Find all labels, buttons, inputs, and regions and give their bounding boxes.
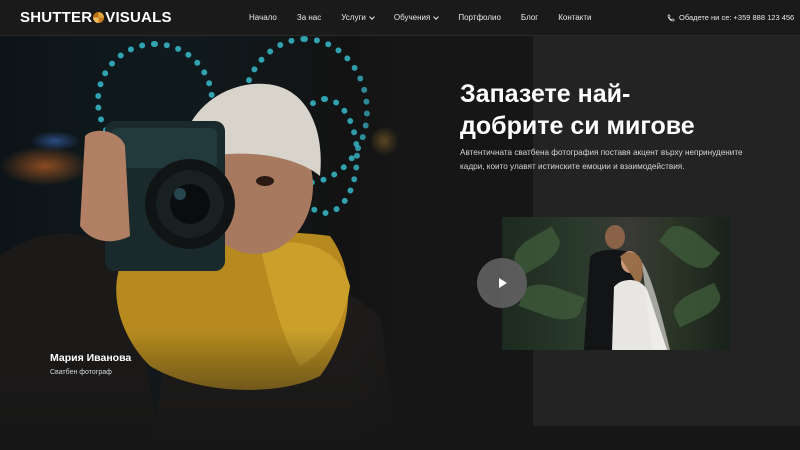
photographer-name: Мария Иванова xyxy=(50,352,132,364)
main-nav: Начало За нас Услуги Обучения Портфолио … xyxy=(249,13,591,22)
nav-label: Обучения xyxy=(393,13,431,22)
photographer-caption: Мария Иванова Сватбен фотограф xyxy=(50,352,131,376)
logo-text-right: VISUALS xyxy=(105,9,172,26)
phone-text: Обадете ни се: +359 888 123 456 xyxy=(679,13,795,22)
nav-item-portfolio[interactable]: Портфолио xyxy=(458,13,501,22)
headline-line: Запазете най- xyxy=(460,80,631,108)
nav-label: Контакти xyxy=(558,13,592,22)
site-logo[interactable]: SHUTTER VISUALS xyxy=(20,9,172,26)
nav-label: За нас xyxy=(296,13,322,22)
couple-figure xyxy=(584,225,670,350)
nav-item-trainings[interactable]: Обучения xyxy=(393,13,440,22)
nav-item-about[interactable]: За нас xyxy=(297,13,321,22)
chevron-down-icon xyxy=(369,13,375,20)
play-icon xyxy=(499,278,507,288)
video-thumbnail[interactable] xyxy=(502,217,730,350)
nav-label: Услуги xyxy=(341,13,366,22)
headline-line: добрите си мигове xyxy=(460,112,695,140)
play-video-button[interactable] xyxy=(477,258,527,308)
phone-link[interactable]: Обадете ни се: +359 888 123 456 xyxy=(667,13,794,22)
nav-item-contacts[interactable]: Контакти xyxy=(558,13,591,22)
hero-description: Автентичната сватбена фотография поставя… xyxy=(460,148,743,171)
nav-item-home[interactable]: Начало xyxy=(249,13,277,22)
nav-item-blog[interactable]: Блог xyxy=(521,13,538,22)
nav-label: Портфолио xyxy=(458,13,501,22)
hero-headline: Запазете най- добрите си мигове xyxy=(460,78,760,142)
nav-label: Блог xyxy=(520,13,539,22)
phone-icon xyxy=(667,14,675,21)
hero-photo xyxy=(0,36,440,450)
site-header: SHUTTER VISUALS Начало За нас Услуги Обу… xyxy=(0,0,800,36)
chevron-down-icon xyxy=(433,13,440,20)
nav-label: Начало xyxy=(249,13,277,22)
logo-text-left: SHUTTER xyxy=(20,9,93,26)
aperture-icon xyxy=(93,12,105,23)
nav-item-services[interactable]: Услуги xyxy=(341,13,375,22)
photographer-role: Сватбен фотограф xyxy=(50,369,112,376)
photo-fade-bottom xyxy=(0,330,440,450)
